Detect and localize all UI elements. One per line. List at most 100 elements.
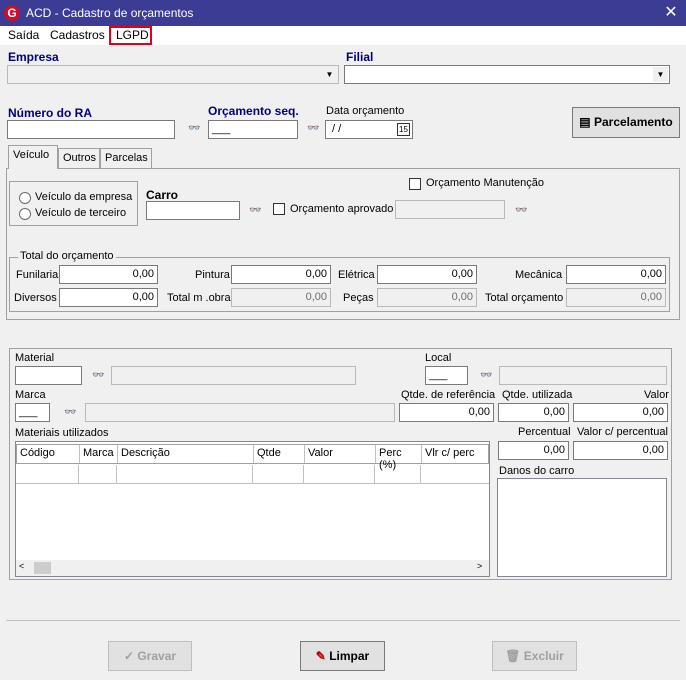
row-divider xyxy=(116,465,117,483)
local-input[interactable]: ___ xyxy=(425,366,468,385)
gravar-label: Gravar xyxy=(137,649,177,663)
eletrica-label: Elétrica xyxy=(338,269,375,281)
pintura-label: Pintura xyxy=(195,269,230,281)
row-divider xyxy=(303,465,304,483)
excluir-button[interactable]: 🗑 Excluir xyxy=(492,641,577,671)
total-orcamento-field: 0,00 xyxy=(566,288,666,307)
table-row[interactable] xyxy=(16,465,489,484)
danos-textarea[interactable] xyxy=(497,478,667,577)
filial-select[interactable]: ▼ xyxy=(344,65,670,84)
material-input[interactable] xyxy=(15,366,82,385)
local-description-input xyxy=(499,366,667,385)
percentual-field[interactable]: 0,00 xyxy=(498,441,569,460)
diversos-field[interactable]: 0,00 xyxy=(59,288,158,307)
radio-veiculo-terceiro[interactable] xyxy=(19,208,31,220)
search-binoculars-icon[interactable]: 👓 xyxy=(188,123,200,134)
grid-header: Código Marca Descrição Qtde Valor Perc (… xyxy=(16,444,490,471)
total-orcamento-group-label: Total do orçamento xyxy=(18,250,116,262)
filial-label: Filial xyxy=(346,50,374,64)
marca-description-input xyxy=(85,403,395,422)
valor-percentual-field[interactable]: 0,00 xyxy=(573,441,668,460)
excluir-label: Excluir xyxy=(523,649,564,663)
data-orcamento-input[interactable]: / / 15 xyxy=(325,120,413,139)
funilaria-field[interactable]: 0,00 xyxy=(59,265,158,284)
material-description-input xyxy=(111,366,356,385)
col-qtde[interactable]: Qtde xyxy=(254,445,305,463)
data-orcamento-value: / / xyxy=(332,123,342,135)
parcelamento-button[interactable]: ▤ Parcelamento xyxy=(572,107,680,138)
calendar-icon[interactable]: 15 xyxy=(397,123,410,136)
horizontal-scrollbar[interactable]: < > xyxy=(16,560,489,576)
col-marca[interactable]: Marca xyxy=(80,445,118,463)
col-codigo[interactable]: Código xyxy=(17,445,80,463)
broom-icon: ✎ xyxy=(315,649,326,663)
valor-percentual-label: Valor c/ percentual xyxy=(577,426,668,438)
menu-lgpd[interactable]: LGPD xyxy=(116,28,149,42)
app-logo-icon: G xyxy=(4,5,20,21)
pecas-field: 0,00 xyxy=(377,288,477,307)
chevron-right-icon[interactable]: > xyxy=(477,561,482,571)
close-icon[interactable]: ✕ xyxy=(660,2,682,24)
orcamento-aprovado-label: Orçamento aprovado xyxy=(290,203,394,215)
qtde-utilizada-field[interactable]: 0,00 xyxy=(498,403,569,422)
col-vlr-perc[interactable]: Vlr c/ perc xyxy=(422,445,490,463)
carro-input[interactable] xyxy=(146,201,240,220)
eletrica-field[interactable]: 0,00 xyxy=(377,265,477,284)
search-binoculars-icon[interactable]: 👓 xyxy=(249,205,261,216)
radio-veiculo-empresa[interactable] xyxy=(19,192,31,204)
search-binoculars-icon[interactable]: 👓 xyxy=(480,370,492,381)
chevron-down-icon[interactable]: ▼ xyxy=(653,67,668,82)
qtde-referencia-field[interactable]: 0,00 xyxy=(399,403,494,422)
menu-saida[interactable]: Saída xyxy=(8,28,39,42)
search-binoculars-icon[interactable]: 👓 xyxy=(515,205,527,216)
valor-field[interactable]: 0,00 xyxy=(573,403,668,422)
materiais-grid[interactable]: Código Marca Descrição Qtde Valor Perc (… xyxy=(15,441,490,577)
chevron-left-icon[interactable]: < xyxy=(19,561,24,571)
orcamento-aprovado-checkbox[interactable] xyxy=(273,203,285,215)
total-orcamento-label: Total orçamento xyxy=(485,292,564,304)
tab-veiculo[interactable]: Veículo xyxy=(8,145,58,169)
search-binoculars-icon[interactable]: 👓 xyxy=(92,370,104,381)
orcamento-aprovado-input xyxy=(395,200,505,219)
gravar-button[interactable]: ✓ Gravar xyxy=(108,641,192,671)
marca-input[interactable]: ___ xyxy=(15,403,50,422)
row-divider xyxy=(252,465,253,483)
tab-parcelas[interactable]: Parcelas xyxy=(100,148,152,168)
funilaria-label: Funilaria xyxy=(16,269,59,281)
numero-ra-input[interactable] xyxy=(7,120,175,139)
footer-divider xyxy=(6,620,680,621)
limpar-label: Limpar xyxy=(329,649,370,663)
search-binoculars-icon[interactable]: 👓 xyxy=(307,123,319,134)
trash-icon: 🗑 xyxy=(505,649,521,663)
checkmark-icon: ✓ xyxy=(123,649,134,663)
scrollbar-thumb[interactable] xyxy=(34,562,51,574)
empresa-label: Empresa xyxy=(8,50,59,64)
chevron-down-icon[interactable]: ▼ xyxy=(322,67,337,82)
document-icon: ▤ xyxy=(579,115,591,129)
menu-bar: Saída Cadastros LGPD xyxy=(0,26,686,45)
row-divider xyxy=(374,465,375,483)
orcamento-seq-input[interactable]: ___ xyxy=(208,120,298,139)
col-perc[interactable]: Perc (%) xyxy=(376,445,422,471)
mecanica-field[interactable]: 0,00 xyxy=(566,265,666,284)
tab-outros[interactable]: Outros xyxy=(58,148,100,168)
pintura-field[interactable]: 0,00 xyxy=(231,265,331,284)
empresa-select[interactable]: ▼ xyxy=(7,65,339,84)
col-valor[interactable]: Valor xyxy=(305,445,376,463)
row-divider xyxy=(420,465,421,483)
orcamento-seq-label: Orçamento seq. xyxy=(208,104,299,118)
search-binoculars-icon[interactable]: 👓 xyxy=(64,407,76,418)
window-title: ACD - Cadastro de orçamentos xyxy=(26,6,194,20)
valor-label: Valor xyxy=(644,389,669,401)
danos-label: Danos do carro xyxy=(499,465,575,477)
menu-cadastros[interactable]: Cadastros xyxy=(50,28,105,42)
row-divider xyxy=(78,465,79,483)
limpar-button[interactable]: ✎ Limpar xyxy=(300,641,385,671)
carro-label: Carro xyxy=(146,188,179,202)
title-bar: G ACD - Cadastro de orçamentos ✕ xyxy=(0,0,686,26)
parcelamento-label: Parcelamento xyxy=(593,115,673,129)
orcamento-manutencao-checkbox[interactable] xyxy=(409,178,421,190)
radio-veiculo-empresa-label: Veículo da empresa xyxy=(35,191,133,203)
col-descricao[interactable]: Descrição xyxy=(118,445,254,463)
vehicle-type-group xyxy=(9,181,138,226)
